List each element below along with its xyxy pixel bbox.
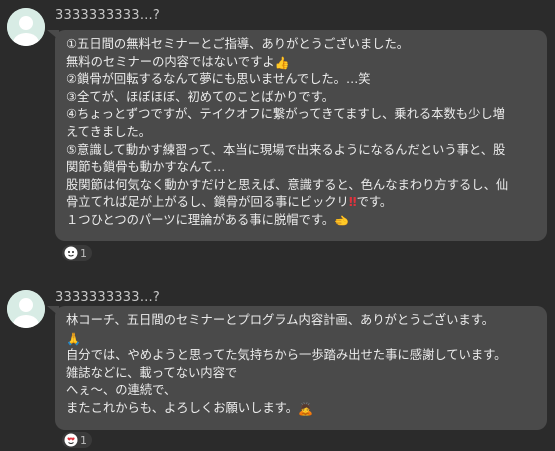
default-avatar-icon bbox=[7, 8, 45, 46]
default-avatar-icon bbox=[7, 290, 45, 328]
message-line: 股関節は何気なく動かすだけと思えば、意識すると、色んなまわり方するし、仙 bbox=[66, 177, 509, 192]
double-exclamation-icon: ‼ bbox=[348, 195, 357, 210]
folded-hands-icon: 🙏 bbox=[66, 331, 81, 346]
message-line: ②鎖骨が回転するなんて夢にも思いませんでした。…笑 bbox=[66, 72, 371, 87]
message-line-with-emoji: １つひとつのパーツに理論がある事に脱帽です。🫲 bbox=[66, 212, 350, 228]
reaction-count: 1 bbox=[80, 433, 87, 447]
message-line-with-emoji: またこれからも、よろしくお願いします。🙇 bbox=[66, 400, 313, 416]
message-line: ③全てが、ほぼほぼ、初めてのことばかりです。 bbox=[66, 89, 335, 104]
avatar[interactable] bbox=[7, 8, 45, 46]
reaction-chip[interactable]: 1 bbox=[62, 432, 92, 448]
message-line: ⑤意識して動かす練習って、本当に現場で出来るようになるんだという事と、股 bbox=[66, 142, 506, 157]
message-line-with-emoji: 骨立てれば足が上がるし、鎖骨が回る事にビックリ‼です。 bbox=[66, 195, 393, 210]
message-line: えてきました。 bbox=[66, 124, 152, 139]
sender-name[interactable]: 3333333333…? bbox=[55, 8, 160, 23]
chat-thread: 3333333333…? ①五日間の無料セミナーとご指導、ありがとうございました… bbox=[0, 0, 555, 451]
message-line-with-emoji: 無料のセミナーの内容ではないですよ👍 bbox=[66, 54, 290, 70]
avatar[interactable] bbox=[7, 290, 45, 328]
thumbs-up-icon: 👍 bbox=[274, 55, 290, 70]
message-line: 関節も鎖骨も動かすなんて… bbox=[66, 160, 226, 175]
reaction-count: 1 bbox=[80, 246, 87, 260]
reaction-chip[interactable]: 1 bbox=[62, 245, 92, 261]
message-line: 林コーチ、五日間のセミナーとプログラム内容計画、ありがとうございます。 bbox=[66, 313, 495, 327]
face-emoji-icon bbox=[64, 246, 78, 260]
folded-hands-line: 🙏 bbox=[66, 330, 536, 348]
backhand-pointing-icon: 🫲 bbox=[334, 213, 350, 228]
message-line: へぇ〜、の連続で、 bbox=[66, 383, 177, 398]
sender-name[interactable]: 3333333333…? bbox=[55, 290, 160, 305]
message-line: 自分では、やめようと思ってた気持ちから一歩踏み出せた事に感謝しています。 bbox=[66, 348, 507, 363]
heart-face-icon bbox=[64, 433, 78, 447]
message-line: ①五日間の無料セミナーとご指導、ありがとうございました。 bbox=[66, 37, 410, 51]
message-bubble[interactable]: 林コーチ、五日間のセミナーとプログラム内容計画、ありがとうございます。 🙏 自分… bbox=[47, 306, 547, 430]
message-line: ④ちょっとずつですが、テイクオフに繋がってきてますし、乗れる本数も少し増 bbox=[66, 107, 505, 122]
bowing-person-icon: 🙇 bbox=[298, 401, 313, 416]
message-bubble[interactable]: ①五日間の無料セミナーとご指導、ありがとうございました。 無料のセミナーの内容で… bbox=[47, 30, 547, 241]
message-line: 雑誌などに、載ってない内容で bbox=[66, 365, 238, 380]
